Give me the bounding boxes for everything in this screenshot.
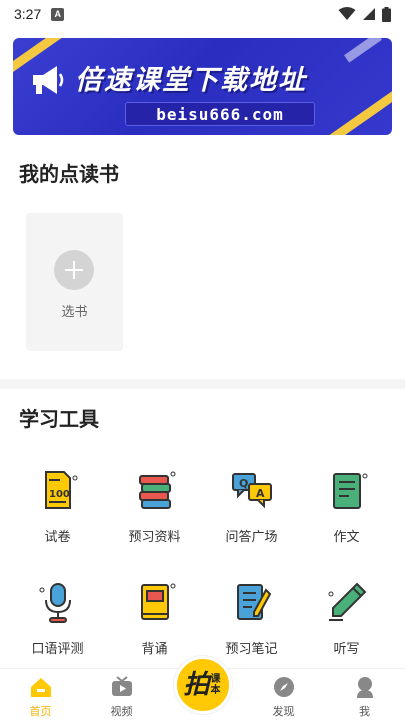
notebook-icon bbox=[236, 584, 271, 620]
photo-button-small-text: 课本 bbox=[210, 674, 221, 696]
banner-url: beisu666.com bbox=[125, 102, 315, 126]
tool-preview-notes[interactable]: 预习笔记 bbox=[201, 578, 302, 657]
signal-icon bbox=[363, 8, 375, 20]
promo-banner[interactable]: 倍速课堂下载地址 beisu666.com bbox=[13, 38, 392, 135]
my-books-title: 我的点读书 bbox=[19, 162, 119, 186]
tool-label: 作文 bbox=[333, 530, 360, 545]
tool-label: 背诵 bbox=[141, 642, 168, 657]
tool-label: 试卷 bbox=[44, 530, 71, 545]
home-icon bbox=[30, 678, 51, 697]
compass-icon bbox=[273, 677, 294, 697]
tool-label: 问答广场 bbox=[225, 530, 278, 545]
profile-icon bbox=[356, 677, 373, 698]
tool-label: 听写 bbox=[333, 642, 360, 657]
banner-stripe bbox=[318, 91, 392, 135]
book-stack-icon bbox=[138, 471, 175, 509]
essay-icon bbox=[332, 473, 367, 509]
status-bar: 3:27 A bbox=[0, 0, 405, 28]
megaphone-icon bbox=[33, 66, 64, 94]
recite-book-icon bbox=[140, 583, 175, 620]
section-divider bbox=[0, 379, 405, 389]
plus-icon bbox=[54, 250, 94, 290]
tool-oral-assessment[interactable]: 口语评测 bbox=[7, 578, 108, 657]
microphone-icon bbox=[39, 583, 71, 623]
battery-icon bbox=[382, 6, 391, 22]
exam-paper-icon: 100 bbox=[44, 471, 77, 509]
tool-qa-square[interactable]: Q A 问答广场 bbox=[201, 466, 302, 545]
svg-text:Q: Q bbox=[239, 477, 248, 490]
video-icon bbox=[111, 676, 132, 696]
tab-label: 发现 bbox=[272, 705, 295, 718]
svg-text:100: 100 bbox=[49, 489, 70, 500]
banner-stripe bbox=[344, 38, 382, 63]
tab-discover[interactable]: 发现 bbox=[243, 669, 324, 720]
status-icons bbox=[338, 6, 391, 22]
photo-textbook-button[interactable]: 拍 课本 bbox=[174, 656, 232, 714]
banner-title: 倍速课堂下载地址 bbox=[75, 65, 307, 96]
tools-title: 学习工具 bbox=[19, 407, 99, 431]
qa-bubbles-icon: Q A bbox=[231, 473, 272, 509]
tab-label: 我 bbox=[359, 705, 370, 718]
photo-button-big-text: 拍 bbox=[183, 670, 210, 700]
tab-label: 视频 bbox=[110, 705, 133, 718]
notification-badge-icon: A bbox=[51, 7, 65, 21]
tool-dictation[interactable]: 听写 bbox=[296, 578, 397, 657]
tool-label: 预习笔记 bbox=[225, 642, 278, 657]
svg-text:A: A bbox=[256, 487, 265, 500]
tool-essay[interactable]: 作文 bbox=[296, 466, 397, 545]
tool-exam[interactable]: 100 试卷 bbox=[7, 466, 108, 545]
select-book-card[interactable]: 选书 bbox=[26, 213, 123, 351]
tab-home[interactable]: 首页 bbox=[0, 669, 81, 720]
tool-recite[interactable]: 背诵 bbox=[104, 578, 205, 657]
tab-label: 首页 bbox=[29, 705, 52, 718]
tool-label: 预习资料 bbox=[128, 530, 181, 545]
tab-video[interactable]: 视频 bbox=[81, 669, 162, 720]
wifi-icon bbox=[338, 7, 356, 20]
status-time: 3:27 bbox=[14, 6, 42, 22]
tool-preview-materials[interactable]: 预习资料 bbox=[104, 466, 205, 545]
pen-icon bbox=[328, 582, 366, 621]
select-book-label: 选书 bbox=[61, 305, 88, 320]
tool-label: 口语评测 bbox=[31, 642, 84, 657]
tab-profile[interactable]: 我 bbox=[324, 669, 405, 720]
